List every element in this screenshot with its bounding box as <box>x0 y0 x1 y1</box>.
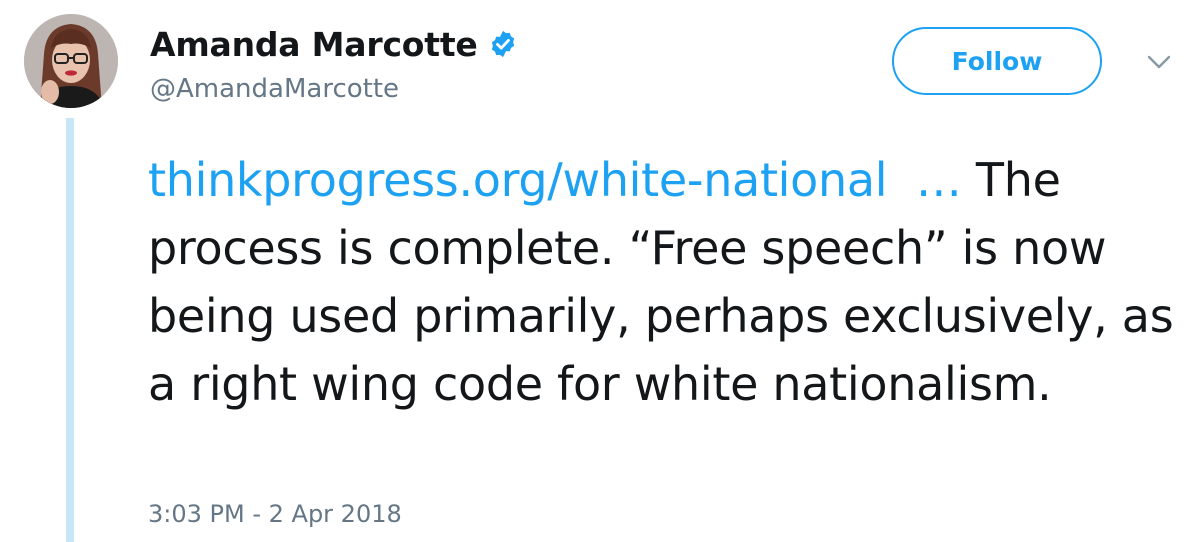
chevron-down-icon[interactable] <box>1144 52 1174 72</box>
avatar-photo <box>24 14 118 108</box>
tweet-timestamp[interactable]: 3:03 PM - 2 Apr 2018 <box>148 500 402 528</box>
thread-line <box>66 118 74 542</box>
tweet-link-ellipsis[interactable]: … <box>887 153 962 207</box>
author-display-name[interactable]: Amanda Marcotte <box>150 25 478 64</box>
author-handle[interactable]: @AmandaMarcotte <box>150 74 399 104</box>
avatar[interactable] <box>24 14 118 108</box>
tweet-text: thinkprogress.org/white-national … The p… <box>148 146 1178 418</box>
follow-button[interactable]: Follow <box>892 27 1102 95</box>
verified-badge-icon <box>488 29 518 59</box>
tweet-card: Amanda Marcotte @AmandaMarcotte Follow t… <box>0 0 1200 542</box>
link-ellipsis-text: … <box>915 153 962 207</box>
tweet-link[interactable]: thinkprogress.org/white-national <box>148 153 888 207</box>
author-name-row[interactable]: Amanda Marcotte <box>150 22 518 66</box>
